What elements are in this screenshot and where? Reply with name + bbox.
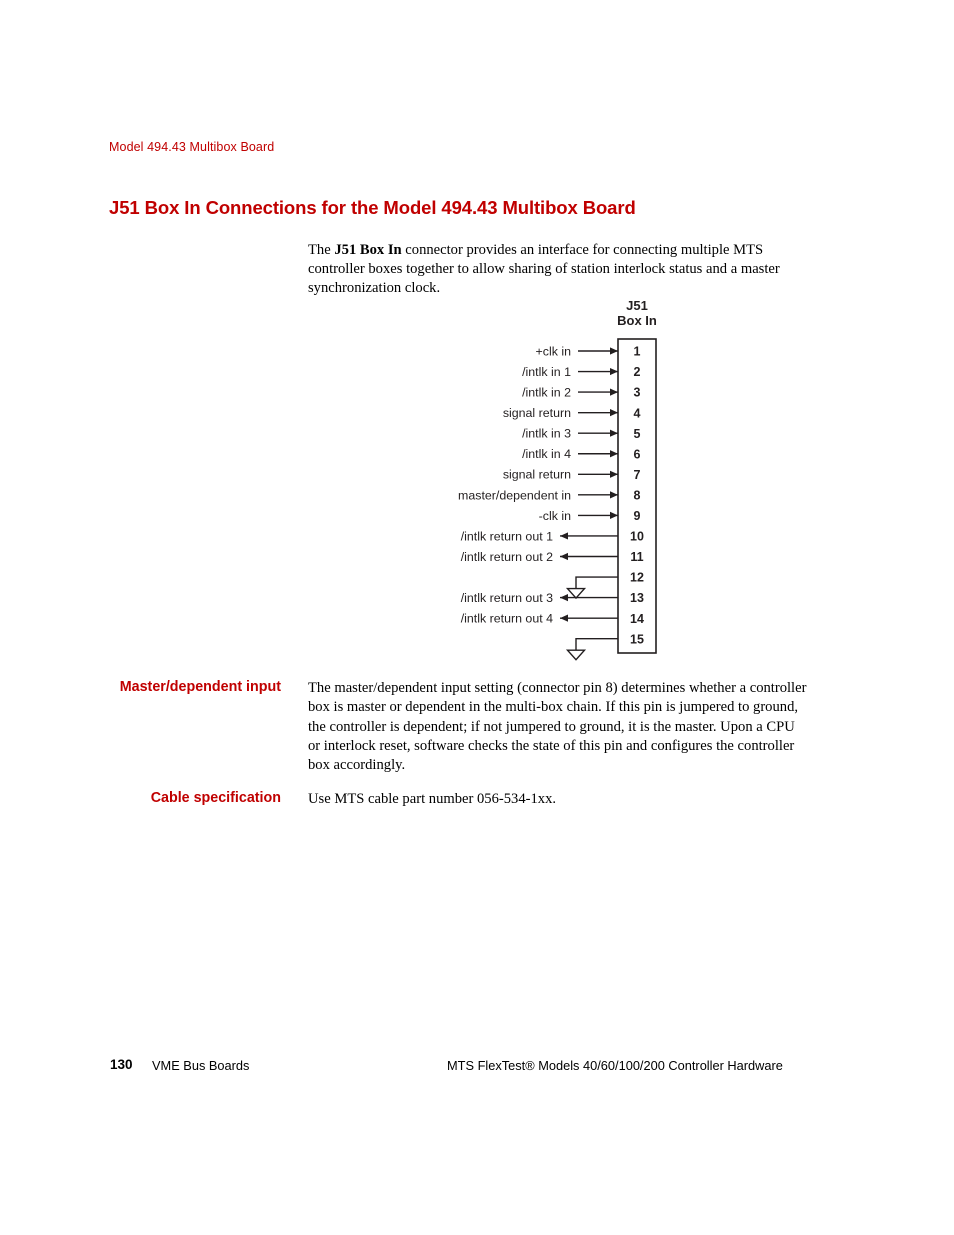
- body-master-dependent-input: The master/dependent input setting (conn…: [308, 680, 807, 774]
- pin-number: 4: [634, 406, 641, 420]
- sidehead-master-dependent-input: Master/dependent input: [119, 679, 281, 695]
- pin-number: 3: [634, 386, 641, 400]
- pin-number: 9: [634, 509, 641, 523]
- body-cable-specification: Use MTS cable part number 056-534-1xx.: [308, 791, 557, 807]
- pin-signal-label: /intlk return out 2: [461, 550, 553, 564]
- ground-lead-line: [575, 638, 618, 651]
- connector-title-line2: Box In: [617, 313, 657, 328]
- connector-title-line1: J51: [626, 298, 648, 313]
- pin-signal-label: master/dependent in: [458, 488, 571, 502]
- ground-lead-line: [575, 576, 618, 590]
- pin-number: 12: [630, 571, 644, 585]
- page-title: J51 Box In Connections for the Model 494…: [109, 197, 636, 219]
- arrow-out-icon: [560, 594, 568, 602]
- footer-document-title: MTS FlexTest® Models 40/60/100/200 Contr…: [447, 1058, 783, 1073]
- pin-number: 6: [634, 447, 641, 461]
- pin-number: 10: [630, 530, 644, 544]
- ground-symbol-icon: [565, 649, 587, 661]
- arrow-in-icon: [610, 470, 618, 478]
- pin-number: 11: [630, 550, 643, 564]
- arrow-in-icon: [610, 450, 618, 458]
- arrow-in-icon: [610, 388, 618, 396]
- pin-signal-label: /intlk return out 4: [461, 612, 553, 626]
- pin-signal-label: /intlk return out 1: [461, 529, 553, 543]
- pin-number: 5: [634, 427, 641, 441]
- arrow-in-icon: [610, 367, 618, 376]
- pin-signal-label: /intlk in 1: [522, 365, 571, 379]
- pin-number: 2: [634, 365, 641, 379]
- footer-page-number: 130: [110, 1057, 133, 1072]
- pin-signal-label: /intlk in 3: [522, 427, 571, 441]
- pin-number: 1: [634, 345, 641, 359]
- pin-signal-label: -clk in: [539, 509, 571, 523]
- intro-bold-term: J51 Box In: [334, 241, 402, 258]
- intro-paragraph: The J51 Box In connector provides an int…: [308, 241, 820, 299]
- page-footer: 130 VME Bus Boards MTS FlexTest® Models …: [0, 1057, 954, 1077]
- pin-number: 7: [634, 468, 641, 482]
- pin-number: 15: [630, 632, 644, 646]
- arrow-out-icon: [560, 552, 568, 561]
- pin-number: 8: [634, 488, 641, 502]
- pin-signal-label: signal return: [503, 406, 571, 420]
- arrow-in-icon: [610, 409, 618, 417]
- pin-signal-label: +clk in: [536, 344, 572, 358]
- pin-signal-label: /intlk in 2: [522, 386, 571, 400]
- arrow-out-icon: [560, 614, 568, 622]
- document-page: Model 494.43 Multibox Board J51 Box In C…: [0, 0, 954, 1235]
- pin-number: 14: [630, 612, 644, 626]
- ground-symbol-icon: [565, 587, 587, 600]
- pin-number: 13: [630, 591, 644, 605]
- arrow-in-icon: [610, 511, 618, 519]
- pin-signal-label: /intlk in 4: [522, 447, 571, 461]
- running-head: Model 494.43 Multibox Board: [109, 140, 275, 154]
- intro-lead: The: [308, 241, 335, 258]
- arrow-in-icon: [610, 491, 618, 499]
- arrow-in-icon: [610, 347, 618, 355]
- pin-signal-label: /intlk return out 3: [461, 591, 553, 605]
- pin-signal-label: signal return: [503, 468, 571, 482]
- arrow-in-icon: [610, 429, 618, 437]
- sidehead-cable-specification: Cable specification: [150, 790, 281, 806]
- footer-chapter-name: VME Bus Boards: [152, 1058, 250, 1073]
- connector-pinout-svg: J51Box In 1 +clk in 2/intlk in 1 3/intlk in …: [458, 298, 657, 661]
- j51-box-in-connector-diagram: J51 Box In 1 +clk in 2/intlk in 1 3/intlk in …: [380, 296, 680, 664]
- arrow-out-icon: [560, 532, 568, 540]
